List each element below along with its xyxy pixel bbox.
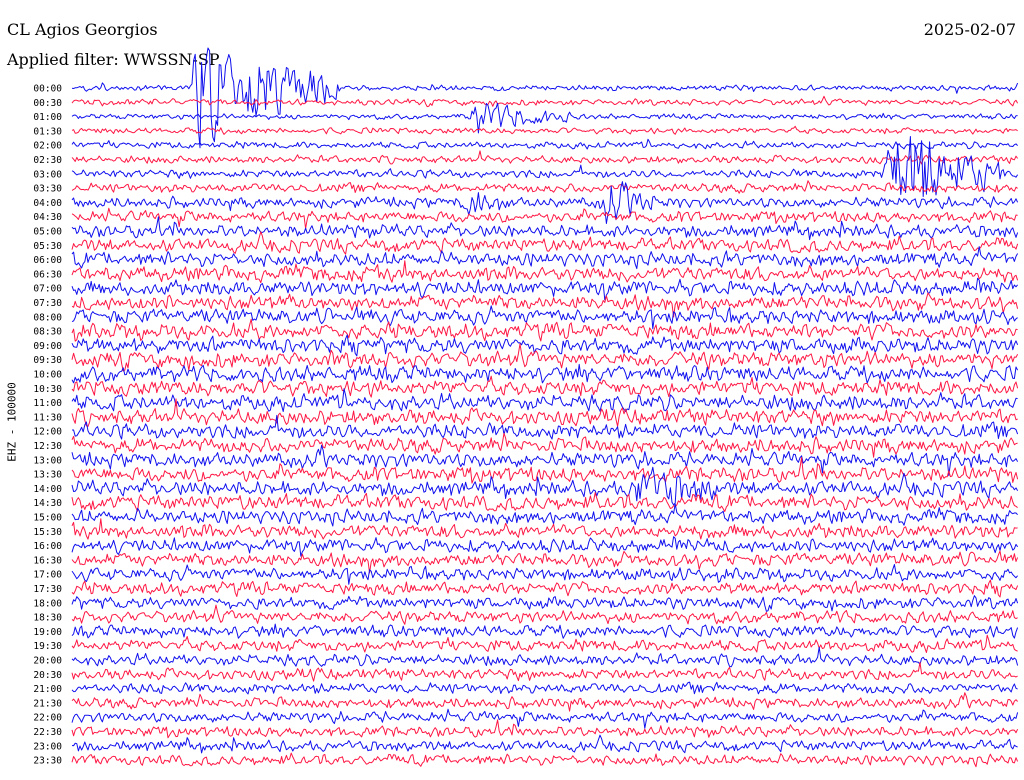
trace-row-0130 (71, 125, 1018, 135)
row-time-label: 19:00 (33, 627, 62, 638)
row-time-label: 11:30 (33, 412, 62, 423)
traces-group (71, 47, 1019, 768)
row-time-label: 12:30 (33, 441, 62, 452)
row-time-label: 03:00 (33, 169, 62, 180)
trace-row-0830 (71, 318, 1018, 342)
helicorder-plot: 00:00 00:30 01:00 01:30 02:00 02:30 03:00 03:30… (33, 47, 1019, 768)
trace-row-1600 (71, 536, 1019, 557)
row-time-label: 23:00 (33, 741, 62, 752)
trace-row-1930 (71, 634, 1018, 653)
row-time-label: 22:30 (33, 727, 62, 738)
row-time-label: 01:00 (33, 112, 62, 123)
row-time-label: 22:00 (33, 713, 62, 724)
trace-row-0630 (71, 260, 1019, 284)
trace-row-1430 (71, 492, 1018, 512)
row-time-label: 17:00 (33, 570, 62, 581)
row-time-label: 16:30 (33, 555, 62, 566)
trace-row-0800 (71, 305, 1018, 330)
row-time-label: 19:30 (33, 641, 62, 652)
trace-row-0000 (71, 47, 1019, 149)
row-time-label: 18:30 (33, 613, 62, 624)
row-time-label: 21:30 (33, 698, 62, 709)
row-time-label: 16:00 (33, 541, 62, 552)
trace-row-0230 (71, 150, 1019, 165)
row-time-label: 15:00 (33, 513, 62, 524)
trace-row-0530 (71, 231, 1019, 255)
row-time-label: 07:00 (33, 284, 62, 295)
trace-row-2230 (71, 719, 1019, 739)
row-time-label: 08:30 (33, 327, 62, 338)
row-time-label: 14:00 (33, 484, 62, 495)
row-time-label: 07:30 (33, 298, 62, 309)
trace-row-0700 (71, 277, 1018, 301)
trace-row-0030 (71, 95, 1019, 108)
trace-row-2330 (71, 752, 1019, 768)
trace-row-1700 (71, 564, 1018, 585)
trace-row-0330 (71, 180, 1018, 194)
row-time-label: 13:00 (33, 455, 62, 466)
trace-row-2100 (71, 681, 1018, 695)
row-time-label: 17:30 (33, 584, 62, 595)
row-time-label: 09:00 (33, 341, 62, 352)
row-time-label: 00:30 (33, 98, 62, 109)
trace-row-1000 (71, 363, 1019, 384)
row-time-label: 20:30 (33, 670, 62, 681)
trace-row-2130 (71, 692, 1018, 712)
row-time-label: 09:30 (33, 355, 62, 366)
row-time-label: 00:00 (33, 84, 62, 95)
trace-row-0500 (71, 216, 1019, 241)
trace-row-1900 (71, 623, 1019, 639)
row-time-label: 14:30 (33, 498, 62, 509)
row-time-label: 06:30 (33, 269, 62, 280)
row-time-label: 08:00 (33, 312, 62, 323)
row-time-label: 18:00 (33, 598, 62, 609)
row-time-label: 13:30 (33, 470, 62, 481)
row-time-label: 21:00 (33, 684, 62, 695)
trace-row-0600 (71, 246, 1019, 270)
row-time-label: 04:30 (33, 212, 62, 223)
row-time-label: 05:00 (33, 227, 62, 238)
row-time-label: 23:30 (33, 756, 62, 767)
row-time-label: 15:30 (33, 527, 62, 538)
row-time-label: 10:30 (33, 384, 62, 395)
time-ticks-group: 00:00 00:30 01:00 01:30 02:00 02:30 03:00 03:30… (33, 84, 62, 767)
row-time-label: 03:30 (33, 184, 62, 195)
row-time-label: 04:00 (33, 198, 62, 209)
trace-row-2030 (71, 661, 1018, 682)
row-time-label: 02:00 (33, 141, 62, 152)
row-time-label: 20:00 (33, 656, 62, 667)
row-time-label: 11:00 (33, 398, 62, 409)
row-time-label: 02:30 (33, 155, 62, 166)
row-time-label: 01:30 (33, 126, 62, 137)
trace-row-1730 (71, 579, 1019, 598)
trace-row-2200 (71, 708, 1019, 729)
row-time-label: 06:00 (33, 255, 62, 266)
row-time-label: 05:30 (33, 241, 62, 252)
row-time-label: 10:00 (33, 370, 62, 381)
trace-row-2300 (71, 734, 1018, 754)
row-time-label: 12:00 (33, 427, 62, 438)
trace-row-1800 (71, 595, 1019, 612)
trace-row-1200 (72, 414, 1019, 440)
